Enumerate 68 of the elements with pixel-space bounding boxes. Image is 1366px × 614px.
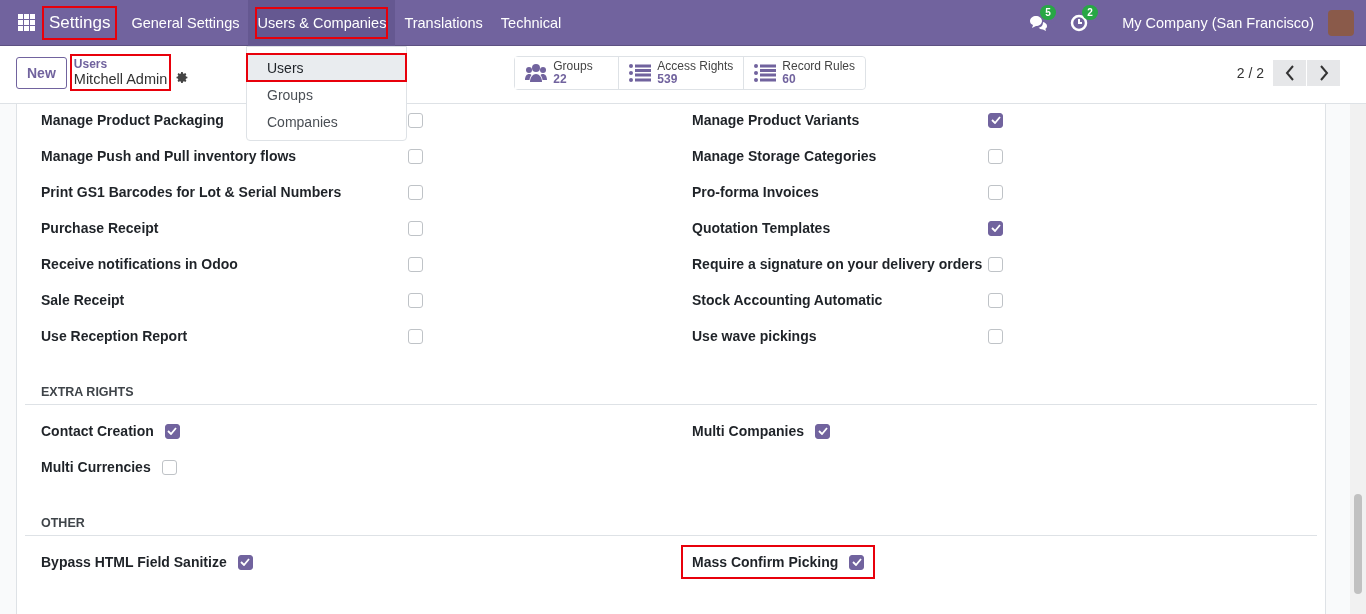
apps-grid-icon[interactable] [18, 14, 35, 31]
chevron-left-icon [1284, 64, 1295, 81]
setting-label: Require a signature on your delivery orders [692, 256, 983, 272]
dropdown-item[interactable]: Users [247, 54, 406, 81]
setting-label: Manage Product Variants [692, 112, 860, 128]
section-heading: OTHER [25, 516, 1317, 536]
checkbox[interactable] [849, 554, 865, 570]
checkbox[interactable] [988, 220, 1003, 236]
setting-label: Mass Confirm Picking [692, 554, 839, 570]
dropdown-item[interactable]: Groups [247, 81, 406, 108]
list-icon [754, 63, 777, 82]
setting-label: Receive notifications in Odoo [41, 256, 238, 272]
activity-count-badge: 2 [1082, 4, 1098, 20]
menu-item[interactable]: Users & Companies [248, 0, 396, 46]
clock-icon[interactable] [1070, 13, 1089, 32]
new-button[interactable]: New [16, 56, 67, 89]
users-icon [525, 62, 548, 83]
settings-icon[interactable] [176, 71, 190, 84]
setting-label: Purchase Receipt [41, 220, 159, 236]
setting-label: Contact Creation [41, 423, 154, 439]
checkbox[interactable] [408, 148, 423, 164]
checkbox[interactable] [161, 459, 177, 475]
setting-label: Sale Receipt [41, 292, 125, 308]
stat-button[interactable]: Groups 22 [515, 56, 620, 89]
checkbox[interactable] [988, 184, 1003, 200]
setting-label: Bypass HTML Field Sanitize [41, 554, 227, 570]
app-title[interactable]: Settings [43, 6, 117, 39]
checkbox[interactable] [988, 292, 1003, 308]
user-avatar[interactable] [1328, 9, 1354, 36]
setting-label: Manage Storage Categories [692, 148, 877, 164]
setting-label: Multi Companies [692, 423, 804, 439]
checkbox[interactable] [815, 423, 830, 439]
record-name: Mitchell Admin [73, 71, 168, 87]
checkbox[interactable] [164, 423, 180, 439]
setting-label: Manage Product Packaging [41, 112, 224, 128]
list-icon [629, 63, 652, 82]
section-heading: EXTRA RIGHTS [25, 385, 1317, 405]
message-count-badge: 5 [1040, 4, 1056, 20]
setting-label: Pro-forma Invoices [692, 184, 819, 200]
scrollbar[interactable] [1350, 104, 1366, 614]
setting-label: Manage Push and Pull inventory flows [41, 148, 297, 164]
checkbox[interactable] [988, 112, 1003, 128]
pager-value: 2 / 2 [1236, 64, 1264, 81]
setting-label: Print GS1 Barcodes for Lot & Serial Numbers [41, 184, 342, 200]
dropdown-item[interactable]: Companies [247, 108, 406, 135]
checkbox[interactable] [988, 328, 1003, 344]
checkbox[interactable] [408, 112, 423, 128]
setting-label: Use wave pickings [692, 328, 817, 344]
setting-label: Stock Accounting Automatic [692, 292, 883, 308]
breadcrumb-link[interactable]: Users [73, 57, 168, 71]
checkbox[interactable] [408, 256, 423, 272]
setting-label: Use Reception Report [41, 328, 188, 344]
menu-item[interactable]: General Settings [122, 0, 249, 46]
checkbox[interactable] [237, 554, 253, 570]
chevron-right-icon [1318, 64, 1329, 81]
company-switcher[interactable]: My Company (San Francisco) [1122, 14, 1314, 31]
setting-label: Multi Currencies [41, 459, 151, 475]
checkbox[interactable] [408, 292, 423, 308]
checkbox[interactable] [988, 148, 1003, 164]
checkbox[interactable] [408, 328, 423, 344]
menu-item[interactable]: Translations [395, 0, 492, 46]
setting-label: Quotation Templates [692, 220, 831, 236]
checkbox[interactable] [408, 220, 423, 236]
checkbox[interactable] [988, 256, 1003, 272]
checkbox[interactable] [408, 184, 423, 200]
previous-button[interactable] [1273, 59, 1306, 86]
next-button[interactable] [1307, 59, 1340, 86]
menu-item[interactable]: Technical [491, 0, 571, 46]
